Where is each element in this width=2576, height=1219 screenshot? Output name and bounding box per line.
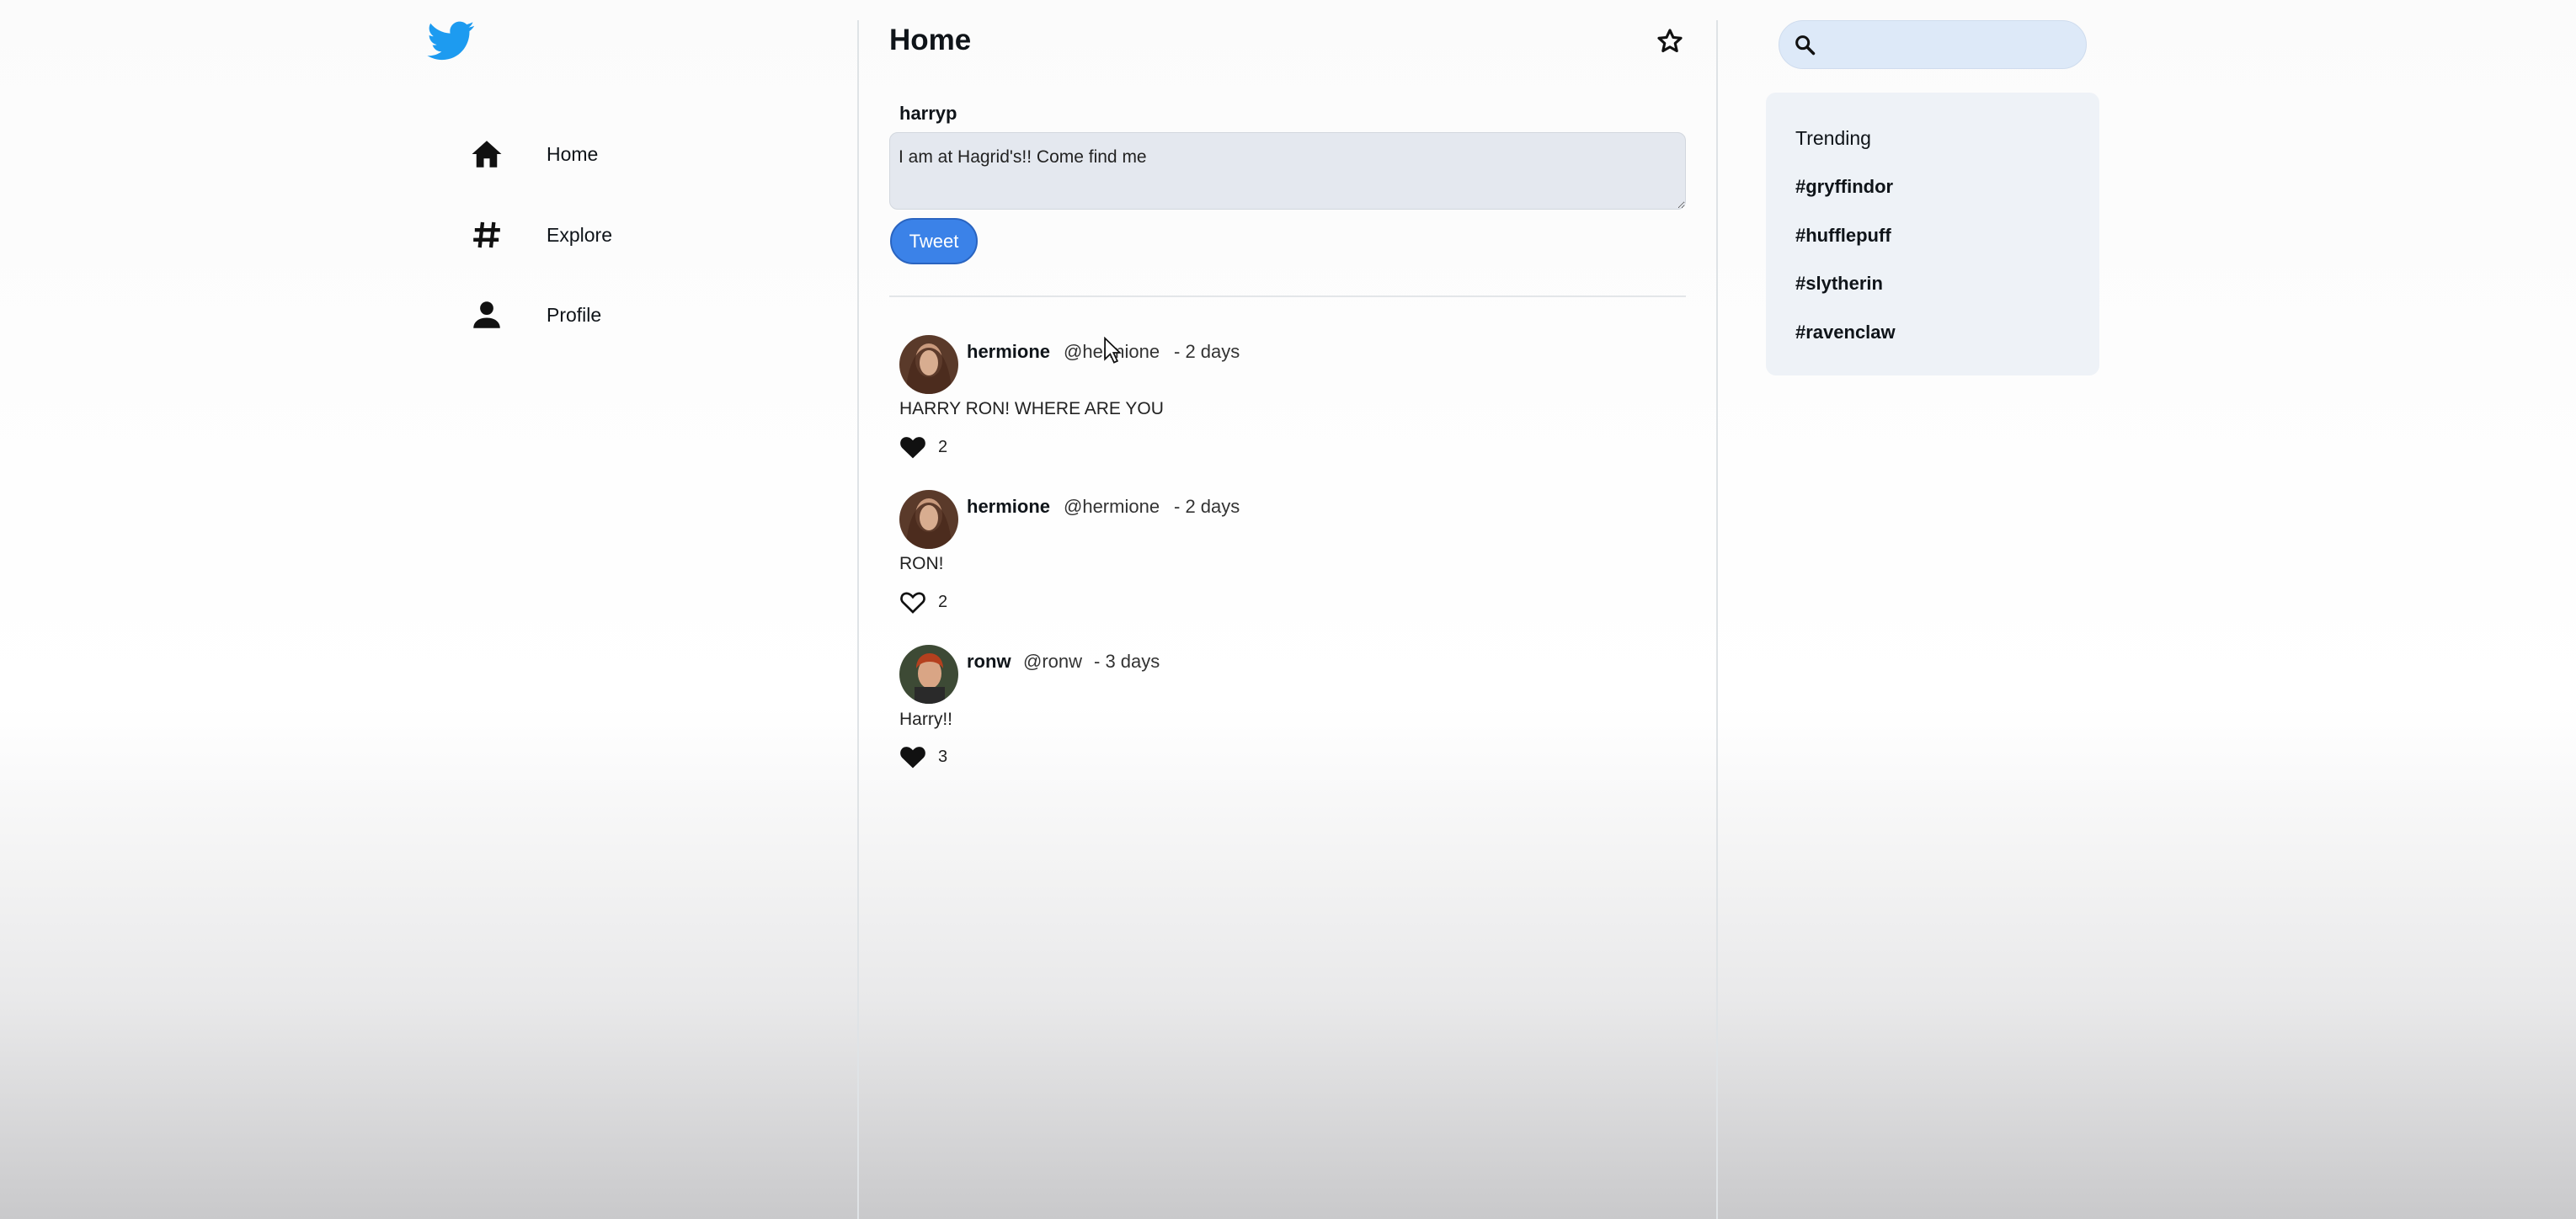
trending-item[interactable]: #hufflepuff [1795, 225, 1891, 247]
nav-item-home[interactable]: Home [467, 135, 598, 173]
tweet-author-handle: @hermione [1064, 496, 1160, 517]
nav-item-label: Explore [547, 223, 612, 246]
tweet-author-name[interactable]: hermione [967, 341, 1050, 363]
heart-filled-icon [900, 437, 925, 459]
tweet-text: RON! [899, 554, 944, 573]
mouse-cursor-icon [1104, 337, 1122, 364]
tweet-author-name[interactable]: hermione [967, 496, 1050, 518]
star-icon[interactable] [1656, 27, 1684, 56]
search-icon [1795, 35, 1816, 56]
column-divider-left [857, 20, 859, 1219]
like-count: 2 [938, 592, 948, 611]
nav-item-label: Home [547, 142, 599, 165]
trending-title: Trending [1795, 127, 1871, 149]
like-button[interactable]: 3 [899, 744, 947, 769]
search-bar[interactable] [1779, 20, 2087, 69]
avatar[interactable] [899, 645, 958, 704]
compose-separator [889, 295, 1686, 297]
compose-textarea[interactable]: I am at Hagrid's!! Come find me [889, 132, 1686, 210]
twitter-logo-icon[interactable] [424, 17, 479, 64]
avatar[interactable] [899, 335, 958, 394]
tweet-text: Harry!! [899, 710, 952, 729]
trending-item[interactable]: #slytherin [1795, 273, 1883, 295]
tweet-timestamp: - 3 days [1094, 651, 1160, 672]
trending-item[interactable]: #ravenclaw [1795, 322, 1896, 343]
heart-outline-icon [900, 592, 925, 614]
tweet-button[interactable]: Tweet [890, 218, 978, 264]
nav-item-profile[interactable]: Profile [467, 295, 601, 334]
hashtag-icon [467, 216, 506, 254]
tweet-timestamp: - 2 days [1174, 496, 1240, 517]
like-button[interactable]: 2 [899, 434, 947, 460]
avatar[interactable] [899, 490, 958, 549]
tweet-timestamp: - 2 days [1174, 341, 1240, 362]
tweet-author-name[interactable]: ronw [967, 651, 1011, 673]
like-button[interactable]: 2 [899, 589, 947, 615]
page-title: Home [889, 24, 972, 56]
trending-item[interactable]: #gryffindor [1795, 176, 1893, 198]
compose-username: harryp [899, 103, 957, 124]
search-input[interactable] [1825, 33, 2086, 56]
tweet-text: HARRY RON! WHERE ARE YOU [899, 399, 1164, 418]
home-icon [467, 135, 506, 173]
nav-item-explore[interactable]: Explore [467, 216, 612, 254]
like-count: 2 [938, 437, 948, 456]
column-divider-right [1716, 20, 1718, 1219]
nav-item-label: Profile [547, 303, 602, 326]
person-icon [467, 295, 506, 334]
tweet-author-handle: @ronw [1023, 651, 1083, 672]
like-count: 3 [938, 747, 948, 766]
heart-filled-icon [900, 747, 925, 769]
